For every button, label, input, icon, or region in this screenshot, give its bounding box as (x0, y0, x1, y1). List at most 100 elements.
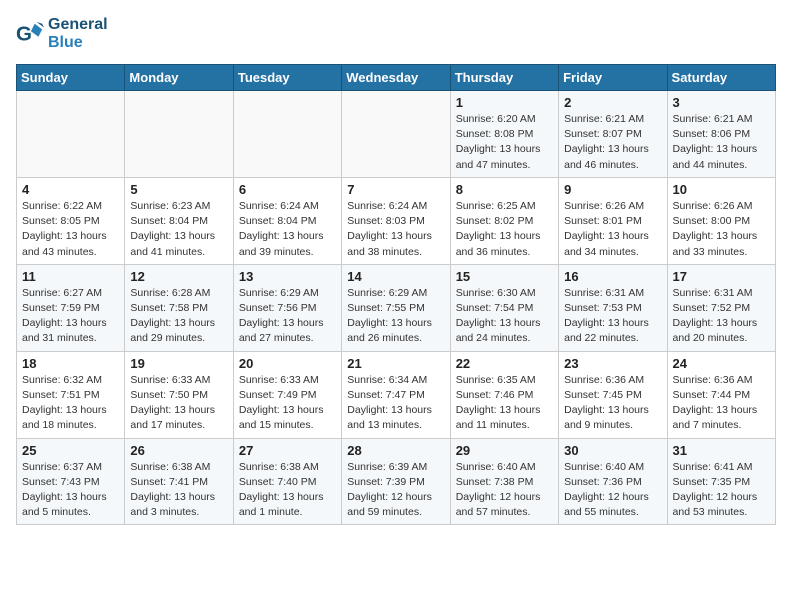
day-number: 29 (456, 443, 553, 458)
day-number: 9 (564, 182, 661, 197)
calendar-week-4: 18 Sunrise: 6:32 AMSunset: 7:51 PMDayligh… (17, 351, 776, 438)
day-info: Sunrise: 6:38 AMSunset: 7:41 PMDaylight:… (130, 460, 227, 521)
day-number: 21 (347, 356, 444, 371)
day-info: Sunrise: 6:29 AMSunset: 7:56 PMDaylight:… (239, 286, 336, 347)
calendar-cell (342, 91, 450, 178)
day-number: 8 (456, 182, 553, 197)
day-info: Sunrise: 6:38 AMSunset: 7:40 PMDaylight:… (239, 460, 336, 521)
calendar-table: SundayMondayTuesdayWednesdayThursdayFrid… (16, 64, 776, 525)
day-number: 1 (456, 95, 553, 110)
day-info: Sunrise: 6:33 AMSunset: 7:49 PMDaylight:… (239, 373, 336, 434)
calendar-cell: 17 Sunrise: 6:31 AMSunset: 7:52 PMDayligh… (667, 264, 775, 351)
day-number: 28 (347, 443, 444, 458)
weekday-header-monday: Monday (125, 65, 233, 91)
day-info: Sunrise: 6:25 AMSunset: 8:02 PMDaylight:… (456, 199, 553, 260)
day-info: Sunrise: 6:30 AMSunset: 7:54 PMDaylight:… (456, 286, 553, 347)
day-number: 25 (22, 443, 119, 458)
day-number: 17 (673, 269, 770, 284)
calendar-cell: 15 Sunrise: 6:30 AMSunset: 7:54 PMDayligh… (450, 264, 558, 351)
day-number: 6 (239, 182, 336, 197)
day-info: Sunrise: 6:31 AMSunset: 7:52 PMDaylight:… (673, 286, 770, 347)
calendar-cell: 29 Sunrise: 6:40 AMSunset: 7:38 PMDayligh… (450, 438, 558, 525)
weekday-header-friday: Friday (559, 65, 667, 91)
day-info: Sunrise: 6:32 AMSunset: 7:51 PMDaylight:… (22, 373, 119, 434)
calendar-cell: 12 Sunrise: 6:28 AMSunset: 7:58 PMDayligh… (125, 264, 233, 351)
day-number: 16 (564, 269, 661, 284)
day-info: Sunrise: 6:35 AMSunset: 7:46 PMDaylight:… (456, 373, 553, 434)
svg-text:G: G (16, 23, 32, 46)
calendar-cell: 26 Sunrise: 6:38 AMSunset: 7:41 PMDayligh… (125, 438, 233, 525)
day-number: 3 (673, 95, 770, 110)
calendar-cell: 10 Sunrise: 6:26 AMSunset: 8:00 PMDayligh… (667, 177, 775, 264)
calendar-cell: 13 Sunrise: 6:29 AMSunset: 7:56 PMDayligh… (233, 264, 341, 351)
day-info: Sunrise: 6:34 AMSunset: 7:47 PMDaylight:… (347, 373, 444, 434)
day-number: 19 (130, 356, 227, 371)
calendar-cell: 14 Sunrise: 6:29 AMSunset: 7:55 PMDayligh… (342, 264, 450, 351)
calendar-cell: 5Sunrise: 6:23 AMSunset: 8:04 PMDaylight… (125, 177, 233, 264)
day-info: Sunrise: 6:37 AMSunset: 7:43 PMDaylight:… (22, 460, 119, 521)
day-number: 14 (347, 269, 444, 284)
day-number: 27 (239, 443, 336, 458)
day-info: Sunrise: 6:24 AMSunset: 8:04 PMDaylight:… (239, 199, 336, 260)
weekday-header-saturday: Saturday (667, 65, 775, 91)
day-info: Sunrise: 6:33 AMSunset: 7:50 PMDaylight:… (130, 373, 227, 434)
day-number: 30 (564, 443, 661, 458)
day-number: 31 (673, 443, 770, 458)
weekday-header-wednesday: Wednesday (342, 65, 450, 91)
day-number: 11 (22, 269, 119, 284)
day-info: Sunrise: 6:20 AMSunset: 8:08 PMDaylight:… (456, 112, 553, 173)
calendar-week-3: 11Sunrise: 6:27 AMSunset: 7:59 PMDayligh… (17, 264, 776, 351)
day-number: 15 (456, 269, 553, 284)
day-number: 18 (22, 356, 119, 371)
day-number: 26 (130, 443, 227, 458)
calendar-week-2: 4Sunrise: 6:22 AMSunset: 8:05 PMDaylight… (17, 177, 776, 264)
calendar-cell: 28 Sunrise: 6:39 AMSunset: 7:39 PMDayligh… (342, 438, 450, 525)
day-info: Sunrise: 6:36 AMSunset: 7:44 PMDaylight:… (673, 373, 770, 434)
calendar-cell: 19 Sunrise: 6:33 AMSunset: 7:50 PMDayligh… (125, 351, 233, 438)
calendar-cell: 9 Sunrise: 6:26 AMSunset: 8:01 PMDaylight… (559, 177, 667, 264)
calendar-cell: 4Sunrise: 6:22 AMSunset: 8:05 PMDaylight… (17, 177, 125, 264)
day-number: 23 (564, 356, 661, 371)
day-number: 5 (130, 182, 227, 197)
calendar-header: SundayMondayTuesdayWednesdayThursdayFrid… (17, 65, 776, 91)
weekday-header-tuesday: Tuesday (233, 65, 341, 91)
day-info: Sunrise: 6:36 AMSunset: 7:45 PMDaylight:… (564, 373, 661, 434)
day-info: Sunrise: 6:26 AMSunset: 8:00 PMDaylight:… (673, 199, 770, 260)
page-header: G General Blue (16, 16, 776, 52)
calendar-cell: 27 Sunrise: 6:38 AMSunset: 7:40 PMDayligh… (233, 438, 341, 525)
day-info: Sunrise: 6:26 AMSunset: 8:01 PMDaylight:… (564, 199, 661, 260)
day-info: Sunrise: 6:31 AMSunset: 7:53 PMDaylight:… (564, 286, 661, 347)
calendar-cell: 31 Sunrise: 6:41 AMSunset: 7:35 PMDayligh… (667, 438, 775, 525)
calendar-cell: 22 Sunrise: 6:35 AMSunset: 7:46 PMDayligh… (450, 351, 558, 438)
day-number: 22 (456, 356, 553, 371)
calendar-week-1: 1 Sunrise: 6:20 AMSunset: 8:08 PMDaylight… (17, 91, 776, 178)
day-number: 13 (239, 269, 336, 284)
day-info: Sunrise: 6:28 AMSunset: 7:58 PMDaylight:… (130, 286, 227, 347)
day-number: 2 (564, 95, 661, 110)
calendar-cell: 11Sunrise: 6:27 AMSunset: 7:59 PMDayligh… (17, 264, 125, 351)
calendar-cell: 30 Sunrise: 6:40 AMSunset: 7:36 PMDayligh… (559, 438, 667, 525)
day-info: Sunrise: 6:40 AMSunset: 7:36 PMDaylight:… (564, 460, 661, 521)
day-info: Sunrise: 6:29 AMSunset: 7:55 PMDaylight:… (347, 286, 444, 347)
day-info: Sunrise: 6:21 AMSunset: 8:06 PMDaylight:… (673, 112, 770, 173)
logo-icon: G (16, 20, 44, 48)
day-info: Sunrise: 6:22 AMSunset: 8:05 PMDaylight:… (22, 199, 119, 260)
calendar-cell: 20 Sunrise: 6:33 AMSunset: 7:49 PMDayligh… (233, 351, 341, 438)
calendar-cell (17, 91, 125, 178)
day-number: 7 (347, 182, 444, 197)
day-info: Sunrise: 6:41 AMSunset: 7:35 PMDaylight:… (673, 460, 770, 521)
logo-text: General Blue (48, 16, 108, 52)
day-number: 20 (239, 356, 336, 371)
calendar-cell: 16 Sunrise: 6:31 AMSunset: 7:53 PMDayligh… (559, 264, 667, 351)
weekday-header-thursday: Thursday (450, 65, 558, 91)
calendar-cell: 18 Sunrise: 6:32 AMSunset: 7:51 PMDayligh… (17, 351, 125, 438)
calendar-cell: 2Sunrise: 6:21 AMSunset: 8:07 PMDaylight… (559, 91, 667, 178)
day-info: Sunrise: 6:24 AMSunset: 8:03 PMDaylight:… (347, 199, 444, 260)
day-info: Sunrise: 6:39 AMSunset: 7:39 PMDaylight:… (347, 460, 444, 521)
day-number: 12 (130, 269, 227, 284)
day-number: 10 (673, 182, 770, 197)
calendar-cell: 23 Sunrise: 6:36 AMSunset: 7:45 PMDayligh… (559, 351, 667, 438)
calendar-cell (125, 91, 233, 178)
calendar-cell: 25 Sunrise: 6:37 AMSunset: 7:43 PMDayligh… (17, 438, 125, 525)
day-info: Sunrise: 6:40 AMSunset: 7:38 PMDaylight:… (456, 460, 553, 521)
